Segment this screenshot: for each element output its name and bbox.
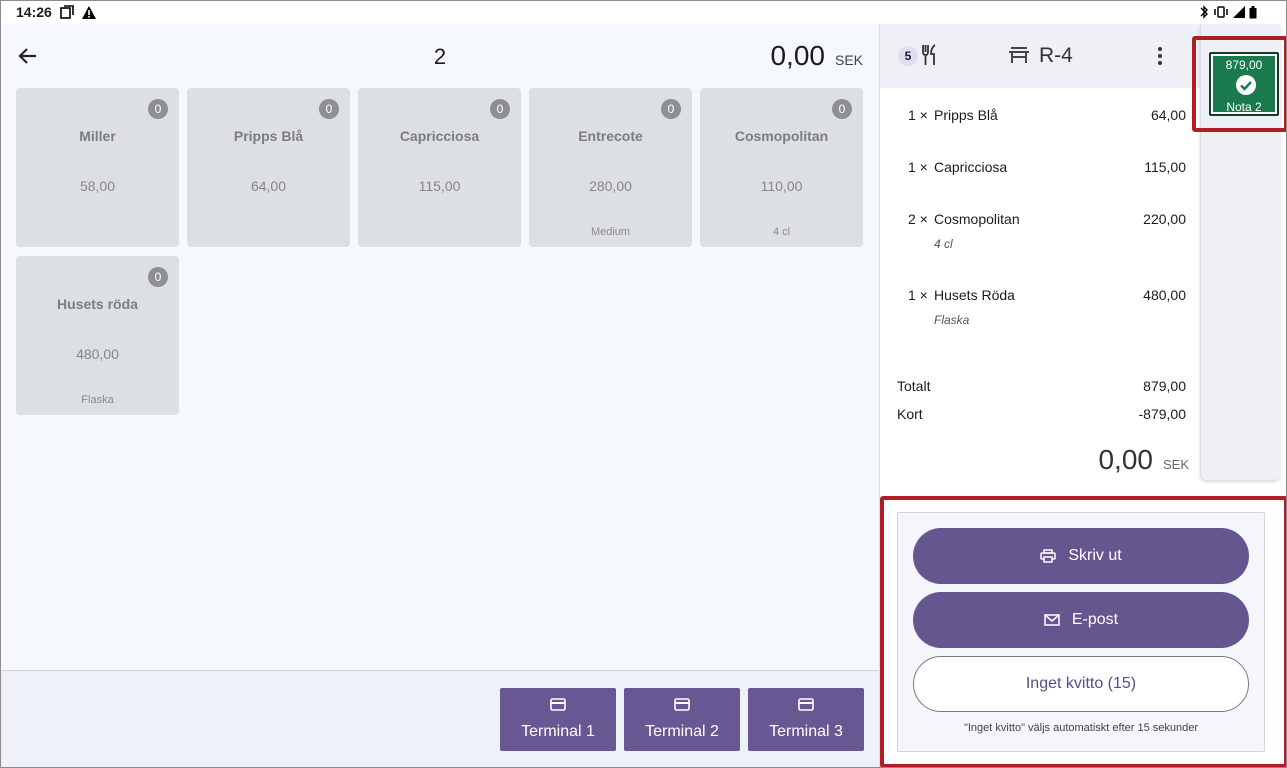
- credit-card-icon: [550, 698, 566, 711]
- warning-icon: [81, 5, 96, 19]
- card-payment-row: Kort -879,00: [897, 406, 1186, 422]
- vibrate-icon: [1214, 6, 1228, 18]
- item-qty: 1 ×: [908, 287, 928, 303]
- item-qty: 1 ×: [908, 159, 928, 175]
- card-label: Kort: [897, 406, 923, 422]
- product-tile-entrecote[interactable]: 0 Entrecote 280,00 Medium: [529, 88, 692, 247]
- battery-icon: [1249, 5, 1257, 18]
- product-tile-miller[interactable]: 0 Miller 58,00: [16, 88, 179, 247]
- product-count-badge: 0: [832, 99, 852, 119]
- product-variant: Medium: [590, 226, 631, 238]
- order-number: 2: [433, 44, 447, 69]
- product-count-badge: 0: [148, 99, 168, 119]
- credit-card-icon: [798, 698, 814, 711]
- terminal-label: Terminal 1: [521, 723, 595, 740]
- item-name: Pripps Blå: [934, 107, 998, 123]
- order-panel: 5 R-4 1 × Pripps Blå 64,00 1 × Capriccio…: [879, 24, 1287, 768]
- product-price: 58,00: [79, 178, 116, 194]
- product-price: 64,00: [250, 178, 287, 194]
- order-total: 0,00 SEK: [770, 40, 863, 72]
- more-vert-icon[interactable]: [1156, 46, 1164, 66]
- table-icon: [1009, 47, 1029, 63]
- cutlery-icon: [922, 44, 936, 65]
- bluetooth-icon: [1200, 5, 1208, 19]
- check-circle-icon: [1236, 75, 1256, 95]
- receipt-options: Skriv ut E-post Inget kvitto (15) "Inget…: [897, 512, 1265, 752]
- order-total-currency: SEK: [834, 52, 863, 68]
- back-arrow-icon[interactable]: [16, 44, 40, 68]
- product-name: Cosmopolitan: [734, 128, 829, 144]
- print-label: Skriv ut: [1068, 547, 1122, 564]
- credit-card-icon: [674, 698, 690, 711]
- guest-count-badge: 5: [898, 46, 918, 66]
- mail-icon: [1044, 614, 1060, 626]
- terminal-label: Terminal 3: [769, 723, 843, 740]
- top-bar: 2 0,00 SEK: [0, 24, 879, 88]
- nota-amount: 879,00: [1225, 58, 1263, 72]
- product-tile-cosmopolitan[interactable]: 0 Cosmopolitan 110,00 4 cl: [700, 88, 863, 247]
- product-variant: 4 cl: [772, 226, 791, 238]
- product-tile-husets-roda[interactable]: 0 Husets röda 480,00 Flaska: [16, 256, 179, 415]
- item-qty: 1 ×: [908, 107, 928, 123]
- auto-select-note: "Inget kvitto" väljs automatiskt efter 1…: [963, 722, 1199, 734]
- product-price: 110,00: [760, 178, 803, 194]
- product-variant: Flaska: [81, 394, 114, 406]
- product-price: 480,00: [76, 346, 119, 362]
- terminal-2-button[interactable]: Terminal 2: [624, 688, 740, 751]
- product-name: Miller: [79, 128, 116, 144]
- product-pane: 2 0,00 SEK 0 Miller 58,00 0 Pripps Blå 6…: [0, 24, 879, 768]
- total-value: 879,00: [1143, 378, 1186, 394]
- total-label: Totalt: [897, 378, 931, 394]
- order-items-list: 1 × Pripps Blå 64,00 1 × Capricciosa 115…: [880, 88, 1200, 500]
- product-tile-pripps-bla[interactable]: 0 Pripps Blå 64,00: [187, 88, 350, 247]
- remaining-amount: 0,00: [1098, 444, 1153, 475]
- product-name: Entrecote: [578, 128, 643, 144]
- item-variant: 4 cl: [934, 237, 953, 251]
- remaining-currency: SEK: [1162, 457, 1189, 472]
- card-value: -879,00: [1138, 406, 1186, 422]
- status-time: 14:26: [16, 4, 52, 20]
- terminal-label: Terminal 2: [645, 723, 719, 740]
- item-price: 220,00: [1143, 211, 1186, 227]
- item-name: Husets Röda: [934, 287, 1015, 303]
- signal-icon: [1233, 6, 1245, 18]
- print-receipt-button[interactable]: Skriv ut: [913, 528, 1249, 584]
- order-total-amount: 0,00: [770, 40, 825, 71]
- item-price: 115,00: [1144, 159, 1186, 175]
- no-receipt-button[interactable]: Inget kvitto (15): [913, 656, 1249, 712]
- product-count-badge: 0: [661, 99, 681, 119]
- product-count-badge: 0: [490, 99, 510, 119]
- nota-label: Nota 2: [1226, 100, 1262, 114]
- item-name: Capricciosa: [934, 159, 1008, 175]
- item-variant: Flaska: [934, 313, 970, 327]
- product-name: Pripps Blå: [233, 128, 304, 144]
- copy-icon: [60, 5, 74, 19]
- product-count-badge: 0: [148, 267, 168, 287]
- product-price: 115,00: [418, 178, 461, 194]
- terminal-1-button[interactable]: Terminal 1: [500, 688, 616, 751]
- terminal-bar: Terminal 1 Terminal 2 Terminal 3: [0, 670, 879, 768]
- item-qty: 2 ×: [908, 211, 928, 227]
- product-name: Husets röda: [57, 296, 138, 312]
- table-name: R-4: [1039, 44, 1073, 67]
- nota-2-tab[interactable]: 879,00 Nota 2: [1209, 52, 1279, 116]
- email-label: E-post: [1071, 611, 1119, 628]
- order-panel-header: 5 R-4: [880, 24, 1200, 88]
- item-price: 64,00: [1150, 107, 1186, 123]
- product-name: Capricciosa: [399, 128, 480, 144]
- status-bar: 14:26: [0, 0, 1287, 24]
- product-count-badge: 0: [319, 99, 339, 119]
- remaining-balance: 0,00 SEK: [1098, 444, 1189, 476]
- printer-icon: [1040, 549, 1057, 563]
- product-tile-capricciosa[interactable]: 0 Capricciosa 115,00: [358, 88, 521, 247]
- item-price: 480,00: [1143, 287, 1186, 303]
- terminal-3-button[interactable]: Terminal 3: [748, 688, 864, 751]
- product-price: 280,00: [589, 178, 632, 194]
- total-row: Totalt 879,00: [897, 378, 1186, 394]
- item-name: Cosmopolitan: [934, 211, 1020, 227]
- email-receipt-button[interactable]: E-post: [913, 592, 1249, 648]
